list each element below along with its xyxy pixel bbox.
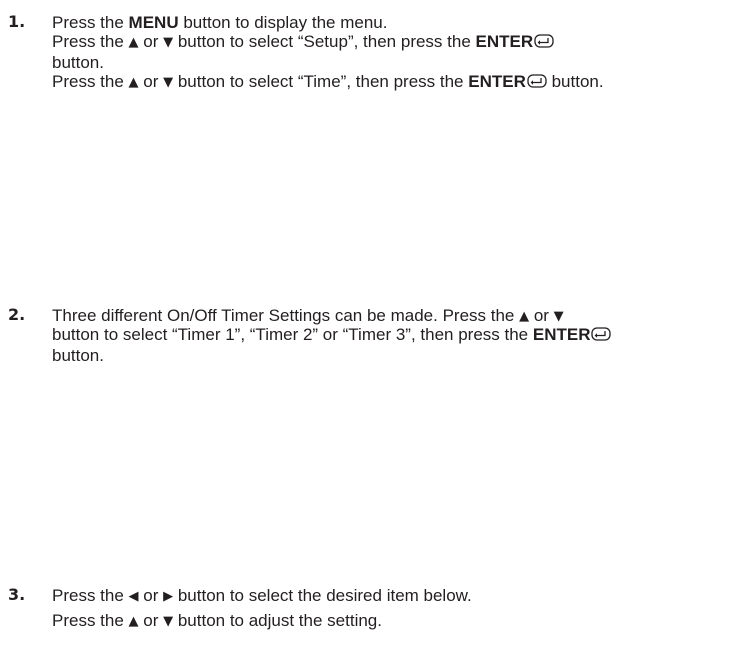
step-1-body: Press the MENU button to display the men… (52, 13, 732, 93)
text: or (138, 586, 164, 605)
text: Press the (52, 72, 129, 91)
text: Press the (52, 611, 129, 630)
enter-key-label: ENTER (532, 325, 591, 344)
enter-return-icon (527, 74, 547, 93)
text: button. (546, 72, 604, 91)
text: or (138, 72, 164, 91)
text: Press the (52, 13, 129, 32)
step-number: 2. (8, 305, 26, 324)
enter-return-icon (591, 327, 612, 346)
up-triangle-icon: ▲ (128, 75, 139, 90)
step-1-line-3: button. (52, 53, 104, 72)
step-number: 1. (8, 12, 26, 31)
step-3-body: Press the ◀ or ▶ button to select the de… (52, 586, 732, 630)
menu-key-label: MENU (128, 13, 179, 32)
enter-return-icon (534, 34, 554, 53)
down-triangle-icon: ▼ (163, 35, 174, 50)
text: button to select “Timer 1”, “Timer 2” or… (52, 325, 533, 344)
enter-key-label: ENTER (468, 72, 526, 91)
text: or (138, 611, 164, 630)
text: button to select “Time”, then press the (173, 72, 469, 91)
step-2-line-1: Three different On/Off Timer Settings ca… (52, 306, 732, 325)
text: Press the (52, 32, 129, 51)
step-1-line-2: Press the ▲ or ▼ button to select “Setup… (52, 32, 732, 53)
down-triangle-icon: ▼ (163, 75, 174, 90)
text: button to adjust the setting. (173, 611, 382, 630)
text: or (529, 306, 554, 325)
down-triangle-icon: ▼ (553, 309, 564, 324)
step-2-line-2: button to select “Timer 1”, “Timer 2” or… (52, 325, 732, 346)
text: button to select “Setup”, then press the (173, 32, 476, 51)
up-triangle-icon: ▲ (128, 35, 139, 50)
text: Press the (52, 586, 129, 605)
down-triangle-icon: ▼ (163, 614, 174, 629)
right-triangle-icon: ▶ (163, 589, 174, 604)
text: button to select the desired item below. (173, 586, 472, 605)
step-3-line-1: Press the ◀ or ▶ button to select the de… (52, 586, 732, 605)
text: Three different On/Off Timer Settings ca… (52, 306, 520, 325)
step-3-line-2: Press the ▲ or ▼ button to adjust the se… (52, 611, 732, 630)
step-1-line-1: Press the MENU button to display the men… (52, 13, 732, 32)
text: button to display the menu. (178, 13, 388, 32)
step-2-body: Three different On/Off Timer Settings ca… (52, 306, 732, 365)
step-1-line-4: Press the ▲ or ▼ button to select “Time”… (52, 72, 732, 93)
step-2-line-3: button. (52, 346, 104, 365)
up-triangle-icon: ▲ (128, 614, 139, 629)
up-triangle-icon: ▲ (519, 309, 530, 324)
enter-key-label: ENTER (475, 32, 534, 51)
step-number: 3. (8, 585, 26, 604)
left-triangle-icon: ◀ (128, 589, 139, 604)
text: or (138, 32, 164, 51)
